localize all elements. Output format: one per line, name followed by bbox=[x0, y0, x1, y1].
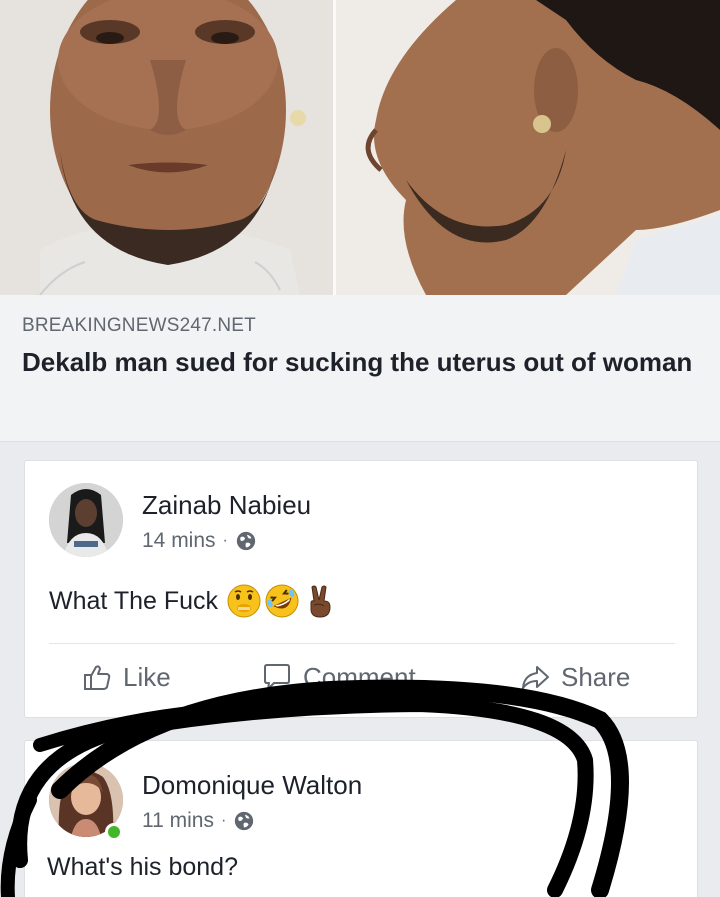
comment-meta: 11 mins · bbox=[142, 809, 255, 833]
comment-card: Domonique Walton 11 mins · What's his bo… bbox=[24, 740, 698, 897]
comment-time[interactable]: 11 mins bbox=[142, 809, 214, 833]
comment-text: What The Fuck bbox=[49, 586, 219, 615]
meta-separator: · bbox=[220, 812, 227, 829]
mugshot-profile-photo bbox=[336, 0, 720, 295]
thumbs-up-icon bbox=[84, 665, 111, 690]
comment-button[interactable]: Comment bbox=[261, 661, 416, 693]
comment-actions-divider bbox=[49, 643, 675, 644]
comment-author[interactable]: Domonique Walton bbox=[142, 770, 362, 801]
comment-body: What's his bond? bbox=[47, 853, 238, 882]
share-button[interactable]: Share bbox=[519, 661, 630, 693]
meta-separator: · bbox=[222, 532, 228, 549]
emoji-row bbox=[226, 583, 338, 619]
hushed-face-icon bbox=[227, 584, 261, 618]
link-preview-meta: BREAKINGNEWS247.NET Dekalb man sued for … bbox=[0, 295, 720, 441]
link-domain[interactable]: BREAKINGNEWS247.NET bbox=[22, 315, 698, 337]
share-label: Share bbox=[561, 661, 631, 692]
like-label: Like bbox=[123, 661, 171, 692]
victory-hand-icon bbox=[310, 585, 331, 618]
globe-icon bbox=[236, 531, 256, 551]
link-preview-image[interactable] bbox=[0, 0, 720, 295]
comment-text: What's his bond? bbox=[47, 853, 238, 881]
like-button[interactable]: Like bbox=[81, 661, 171, 693]
online-status-indicator bbox=[105, 823, 123, 841]
comment-actions: Like Comment Share bbox=[25, 661, 699, 707]
comment-author[interactable]: Zainab Nabieu bbox=[142, 490, 311, 521]
rolling-laughing-icon bbox=[265, 584, 299, 618]
comment-meta: 14 mins · bbox=[142, 529, 257, 553]
comment-body: What The Fuck bbox=[49, 583, 338, 619]
comment-card: Zainab Nabieu 14 mins · What The Fuck Li… bbox=[24, 460, 698, 718]
link-headline[interactable]: Dekalb man sued for sucking the uterus o… bbox=[22, 345, 712, 379]
share-arrow-icon bbox=[522, 666, 549, 689]
link-preview-card[interactable]: BREAKINGNEWS247.NET Dekalb man sued for … bbox=[0, 0, 720, 442]
comment-bubble-icon bbox=[264, 664, 290, 690]
avatar[interactable] bbox=[49, 483, 123, 557]
comment-label: Comment bbox=[303, 661, 416, 692]
mugshot-profile-illustration bbox=[336, 0, 720, 295]
mugshot-front-illustration bbox=[0, 0, 336, 295]
globe-icon bbox=[235, 811, 254, 831]
mugshot-front-photo bbox=[0, 0, 336, 295]
comment-time[interactable]: 14 mins bbox=[142, 529, 216, 553]
avatar-illustration bbox=[49, 483, 123, 557]
